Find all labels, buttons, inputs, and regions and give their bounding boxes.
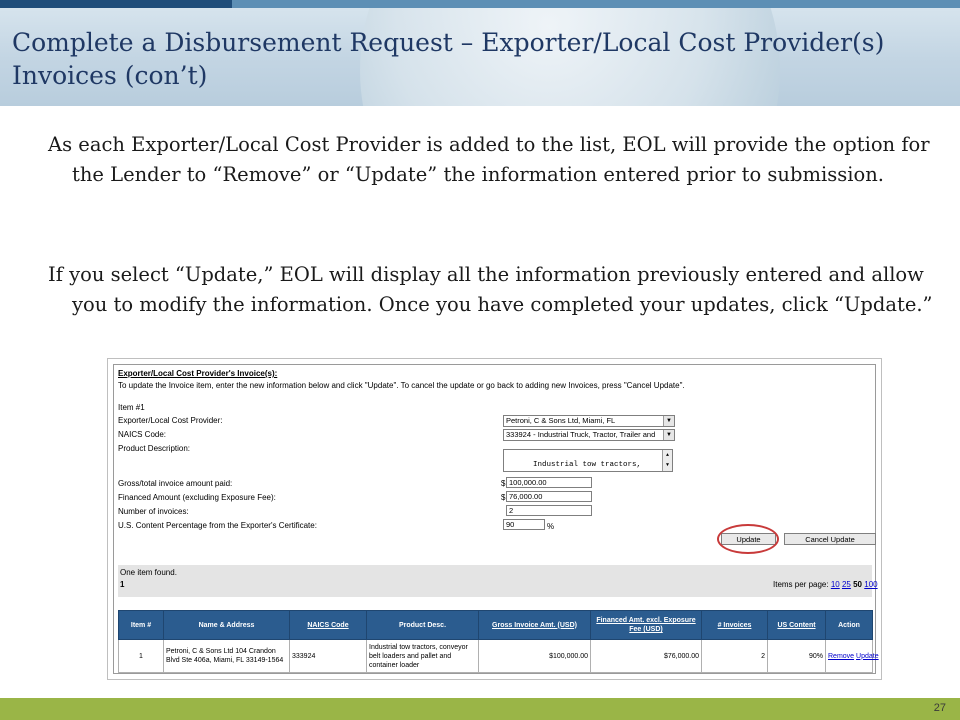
cell-gross: $100,000.00 — [478, 639, 591, 673]
currency-symbol: $ — [501, 493, 506, 502]
cell-naics: 333924 — [289, 639, 367, 673]
column-header-product[interactable]: Product Desc. — [366, 610, 479, 640]
column-header-naics[interactable]: NAICS Code — [289, 610, 367, 640]
update-link[interactable]: Update — [856, 653, 879, 660]
table-header-row: Item # Name & Address NAICS Code Product… — [118, 610, 873, 640]
naics-label: NAICS Code: — [118, 430, 167, 439]
header-accent-bar-dark — [0, 0, 232, 8]
cell-product: Industrial tow tractors, conveyor belt l… — [366, 639, 479, 673]
per-page-option-50[interactable]: 50 — [853, 580, 862, 589]
provider-label: Exporter/Local Cost Provider: — [118, 416, 223, 425]
description-label: Product Description: — [118, 444, 191, 453]
body-paragraph-2: If you select “Update,” EOL will display… — [48, 263, 933, 316]
slide-title: Complete a Disbursement Request – Export… — [12, 28, 885, 90]
provider-select-value: Petroni, C & Sons Ltd, Miami, FL — [506, 416, 616, 425]
column-header-invoices-label: # Invoices — [717, 621, 752, 629]
provider-select[interactable]: Petroni, C & Sons Ltd, Miami, FL ▼ — [503, 415, 675, 427]
items-found-text: One item found. — [120, 568, 177, 577]
slide-page-number: 27 — [933, 702, 946, 714]
financed-amount-input[interactable]: 76,000.00 — [506, 491, 592, 502]
cell-name-address: Petroni, C & Sons Ltd 104 Crandon Blvd S… — [163, 639, 290, 673]
chevron-down-icon[interactable]: ▼ — [663, 430, 674, 440]
naics-select[interactable]: 333924 - Industrial Truck, Tractor, Trai… — [503, 429, 675, 441]
invoices-count-input[interactable]: 2 — [506, 505, 592, 516]
per-page-option-100[interactable]: 100 — [864, 580, 877, 589]
column-header-action: Action — [825, 610, 873, 640]
cell-financed: $76,000.00 — [590, 639, 702, 673]
description-textarea[interactable]: Industrial tow tractors, conveyor belt l… — [503, 449, 673, 472]
column-header-gross-label: Gross Invoice Amt. (USD) — [492, 621, 577, 629]
cell-item: 1 — [118, 639, 164, 673]
invoice-results-table: Item # Name & Address NAICS Code Product… — [118, 610, 879, 673]
cell-invoices: 2 — [701, 639, 768, 673]
results-bar: One item found. 1 Items per page: 10 25 … — [118, 565, 878, 597]
item-label: Item #1 — [118, 403, 145, 412]
column-header-us-content[interactable]: US Content — [767, 610, 826, 640]
column-header-gross[interactable]: Gross Invoice Amt. (USD) — [478, 610, 591, 640]
column-header-us-content-label: US Content — [777, 621, 816, 629]
table-row: 1 Petroni, C & Sons Ltd 104 Crandon Blvd… — [118, 639, 879, 673]
chevron-down-icon[interactable]: ▼ — [663, 416, 674, 426]
financed-label: Financed Amount (excluding Exposure Fee)… — [118, 493, 276, 502]
invoices-label: Number of invoices: — [118, 507, 189, 516]
per-page-option-10[interactable]: 10 — [831, 580, 840, 589]
form-instruction: To update the Invoice item, enter the ne… — [118, 381, 685, 390]
gross-amount-input[interactable]: 100,000.00 — [506, 477, 592, 488]
remove-link[interactable]: Remove — [828, 653, 854, 660]
column-header-naics-label: NAICS Code — [307, 621, 349, 629]
currency-symbol: $ — [501, 479, 506, 488]
column-header-item[interactable]: Item # — [118, 610, 164, 640]
per-page-option-25[interactable]: 25 — [842, 580, 851, 589]
naics-select-value: 333924 - Industrial Truck, Tractor, Trai… — [506, 430, 656, 439]
invoice-form-panel: Exporter/Local Cost Provider's Invoice(s… — [113, 364, 879, 674]
percent-symbol: % — [547, 522, 555, 531]
column-header-financed-label: Financed Amt. excl. Exposure Fee (USD) — [596, 617, 696, 633]
slide-header: Complete a Disbursement Request – Export… — [0, 0, 960, 106]
scrollbar[interactable]: ▲ ▼ — [662, 450, 672, 471]
column-header-financed[interactable]: Financed Amt. excl. Exposure Fee (USD) — [590, 610, 702, 640]
gross-label: Gross/total invoice amount paid: — [118, 479, 233, 488]
footer-bar — [0, 698, 960, 720]
column-header-name-address[interactable]: Name & Address — [163, 610, 290, 640]
embedded-screenshot: Exporter/Local Cost Provider's Invoice(s… — [107, 358, 882, 680]
column-header-invoices[interactable]: # Invoices — [701, 610, 768, 640]
content-label: U.S. Content Percentage from the Exporte… — [118, 521, 317, 530]
us-content-input[interactable]: 90 — [503, 519, 545, 530]
items-per-page: Items per page: 10 25 50 100 — [773, 580, 878, 589]
page-number-current: 1 — [120, 580, 125, 589]
body-paragraph-1: As each Exporter/Local Cost Provider is … — [48, 133, 930, 186]
form-section-title: Exporter/Local Cost Provider's Invoice(s… — [118, 369, 278, 378]
per-page-label: Items per page: — [773, 580, 829, 589]
description-text: Industrial tow tractors, conveyor belt l… — [533, 461, 642, 469]
highlight-circle — [717, 524, 779, 554]
cancel-update-button[interactable]: Cancel Update — [784, 533, 876, 545]
cell-us-content: 90% — [767, 639, 826, 673]
cell-action: Remove Update — [825, 639, 879, 673]
